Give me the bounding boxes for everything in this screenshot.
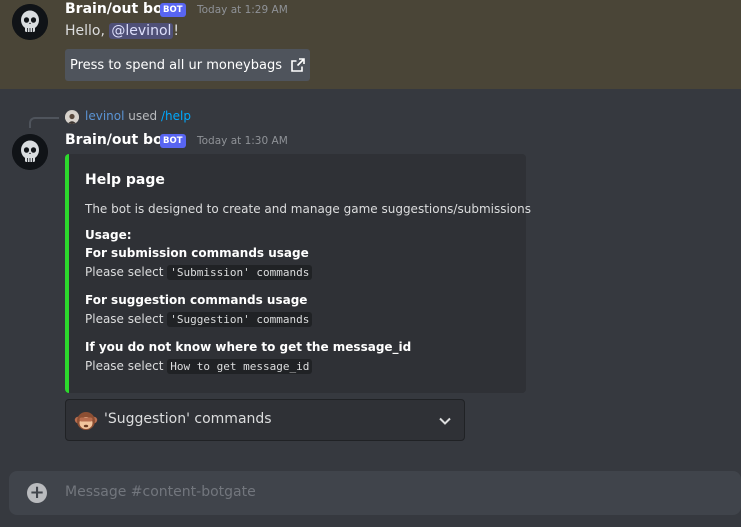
section-instruction: Please select 'Submission' commands (85, 265, 313, 280)
message-highlighted: Brain/out bot BOT Today at 1:29 AM Hello… (0, 0, 741, 89)
external-link-icon (291, 58, 305, 72)
section-heading: For suggestion commands usage (85, 293, 308, 307)
reply-context: levinol used /help (85, 109, 191, 123)
monkey-face-icon (74, 409, 98, 437)
code-snippet: 'Suggestion' commands (167, 312, 313, 327)
section-heading: For submission commands usage (85, 246, 309, 260)
author-name[interactable]: Brain/out bot (65, 1, 169, 17)
code-snippet: How to get message_id (167, 359, 313, 374)
instruction-prefix: Please select (85, 312, 164, 326)
user-mention[interactable]: @levinol (109, 23, 174, 39)
reply-username[interactable]: levinol (85, 109, 124, 123)
usage-label: Usage: (85, 228, 132, 242)
bot-avatar[interactable] (12, 134, 48, 170)
help-embed: Help page The bot is designed to create … (65, 154, 531, 393)
chevron-down-icon (439, 417, 451, 425)
greeting-text: Hello, (65, 23, 105, 39)
bot-tag: BOT (160, 3, 186, 17)
skull-icon (12, 134, 48, 170)
reply-used-text: used (128, 109, 158, 123)
timestamp: Today at 1:30 AM (197, 135, 288, 147)
message-composer[interactable]: + Message #content-botgate (9, 471, 741, 515)
instruction-prefix: Please select (85, 359, 164, 373)
instruction-prefix: Please select (85, 265, 164, 279)
reply-command[interactable]: /help (161, 109, 191, 123)
user-avatar-icon (65, 111, 79, 124)
section-heading: If you do not know where to get the mess… (85, 340, 412, 354)
link-button[interactable]: Press to spend all ur moneybags (65, 49, 310, 81)
select-selected-value: 'Suggestion' commands (104, 411, 272, 427)
skull-icon (12, 4, 48, 40)
plus-circle-icon[interactable]: + (27, 483, 47, 503)
section-instruction: Please select 'Suggestion' commands (85, 312, 313, 327)
author-name[interactable]: Brain/out bot (65, 132, 169, 148)
embed-title: Help page (85, 172, 165, 188)
link-button-label: Press to spend all ur moneybags (69, 57, 282, 73)
message-content: Hello, @levinol! (65, 23, 179, 39)
command-select-menu[interactable]: 'Suggestion' commands (65, 399, 465, 441)
greeting-end: ! (173, 23, 180, 39)
embed-description: The bot is designed to create and manage… (85, 202, 532, 216)
code-snippet: 'Submission' commands (167, 265, 313, 280)
reply-connector (29, 117, 59, 128)
reply-user-avatar[interactable] (65, 110, 79, 124)
timestamp: Today at 1:29 AM (197, 4, 288, 16)
section-instruction: Please select How to get message_id (85, 359, 313, 374)
bot-avatar[interactable] (12, 4, 48, 40)
bot-tag: BOT (160, 134, 186, 148)
composer-placeholder: Message #content-botgate (65, 484, 256, 500)
